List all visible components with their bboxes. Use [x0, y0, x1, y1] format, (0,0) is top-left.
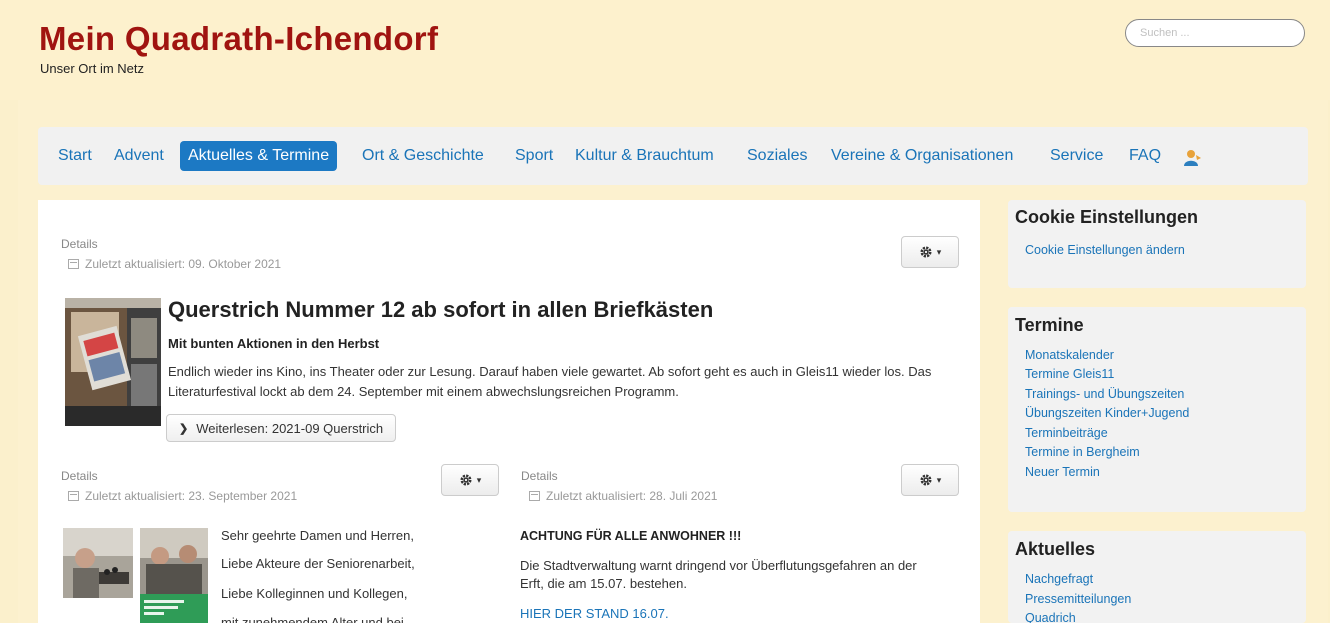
- site-header: Mein Quadrath-Ichendorf Unser Ort im Net…: [0, 0, 1330, 100]
- sidebar-cookie-box: Cookie Einstellungen Cookie Einstellunge…: [1008, 200, 1306, 288]
- aktuelles-link-quadrich[interactable]: Quadrich: [1025, 611, 1076, 623]
- featured-gear-button[interactable]: ▾: [901, 236, 959, 268]
- gear-icon: [920, 246, 932, 258]
- nav-item-ort-geschichte[interactable]: Ort & Geschichte: [354, 141, 492, 171]
- aktuelles-link-pressemitteilungen[interactable]: Pressemitteilungen: [1025, 592, 1131, 606]
- col1-updated: Zuletzt aktualisiert: 23. September 2021: [68, 489, 297, 503]
- col1-line-3: Liebe Kolleginnen und Kollegen,: [221, 586, 408, 601]
- search-input[interactable]: [1125, 19, 1305, 47]
- nav-item-service[interactable]: Service: [1042, 141, 1111, 171]
- gear-icon: [460, 474, 472, 486]
- featured-title[interactable]: Querstrich Nummer 12 ab sofort in allen …: [168, 297, 713, 323]
- aktuelles-link-nachgefragt[interactable]: Nachgefragt: [1025, 572, 1093, 586]
- col2-updated: Zuletzt aktualisiert: 28. Juli 2021: [529, 489, 717, 503]
- chevron-down-icon: ▾: [936, 246, 942, 257]
- termine-link-neuer-termin[interactable]: Neuer Termin: [1025, 465, 1100, 479]
- chevron-down-icon: ▾: [476, 474, 482, 485]
- col1-gear-button[interactable]: ▾: [441, 464, 499, 496]
- sidebar-aktuelles-box: Aktuelles Nachgefragt Pressemitteilungen…: [1008, 531, 1306, 623]
- featured-text: Endlich wieder ins Kino, ins Theater ode…: [168, 364, 932, 399]
- termine-link-monatskalender[interactable]: Monatskalender: [1025, 348, 1114, 362]
- col2-heading: ACHTUNG FÜR ALLE ANWOHNER !!!: [520, 529, 742, 543]
- col1-thumbnail-1[interactable]: [63, 528, 133, 598]
- sidebar-cookie-title: Cookie Einstellungen: [1015, 207, 1199, 227]
- cookie-settings-link[interactable]: Cookie Einstellungen ändern: [1025, 243, 1185, 257]
- termine-link-gleis11[interactable]: Termine Gleis11: [1025, 367, 1114, 381]
- termine-link-uebungszeiten[interactable]: Übungszeiten Kinder+Jugend: [1025, 406, 1189, 420]
- col2-text-line-2: Erft, die am 15.07. bestehen.: [520, 576, 687, 591]
- featured-updated: Zuletzt aktualisiert: 09. Oktober 2021: [68, 257, 281, 271]
- col2-details-label: Details: [521, 469, 558, 483]
- calendar-icon: [529, 491, 540, 501]
- featured-details-label: Details: [61, 237, 98, 251]
- col1-line-4: mit zunehmendem Alter und bei: [221, 615, 404, 623]
- col1-line-1: Sehr geehrte Damen und Herren,: [221, 528, 414, 543]
- termine-link-bergheim[interactable]: Termine in Bergheim: [1025, 445, 1140, 459]
- nav-item-soziales[interactable]: Soziales: [739, 141, 815, 171]
- site-title[interactable]: Mein Quadrath-Ichendorf: [39, 20, 438, 58]
- col1-details-label: Details: [61, 469, 98, 483]
- nav-item-start[interactable]: Start: [50, 141, 100, 171]
- sidebar-termine-box: Termine Monatskalender Termine Gleis11 T…: [1008, 307, 1306, 512]
- gear-icon: [920, 474, 932, 486]
- readmore-button[interactable]: ❯ Weiterlesen: 2021-09 Querstrich: [166, 414, 397, 442]
- col2-gear-button[interactable]: ▾: [901, 464, 959, 496]
- main-nav: Start Advent Aktuelles & Termine Ort & G…: [38, 127, 1308, 185]
- nav-item-sport[interactable]: Sport: [507, 141, 561, 171]
- termine-link-terminbeitraege[interactable]: Terminbeiträge: [1025, 426, 1108, 440]
- calendar-icon: [68, 259, 79, 269]
- featured-thumbnail[interactable]: [65, 298, 161, 426]
- col1-line-2: Liebe Akteure der Seniorenarbeit,: [221, 556, 415, 571]
- sidebar-aktuelles-title: Aktuelles: [1015, 539, 1096, 559]
- nav-item-kultur-brauchtum[interactable]: Kultur & Brauchtum: [567, 141, 722, 171]
- chevron-down-icon: ▾: [936, 474, 942, 485]
- termine-link-trainingszeiten[interactable]: Trainings- und Übungszeiten: [1025, 387, 1184, 401]
- col2-link[interactable]: HIER DER STAND 16.07.: [520, 606, 669, 621]
- site-subtitle: Unser Ort im Netz: [40, 61, 145, 76]
- calendar-icon: [68, 491, 79, 501]
- chevron-right-icon: ❯: [179, 422, 189, 435]
- nav-item-faq[interactable]: FAQ: [1121, 141, 1169, 171]
- nav-item-advent[interactable]: Advent: [106, 141, 172, 171]
- col1-thumbnail-2[interactable]: [140, 528, 208, 623]
- user-icon[interactable]: [1184, 149, 1202, 167]
- col2-text-line-1: Die Stadtverwaltung warnt dringend vor Ü…: [520, 558, 917, 573]
- nav-item-vereine-organisationen[interactable]: Vereine & Organisationen: [823, 141, 1021, 171]
- nav-item-aktuelles-termine[interactable]: Aktuelles & Termine: [180, 141, 338, 171]
- sidebar-termine-title: Termine: [1015, 315, 1084, 335]
- featured-subtitle: Mit bunten Aktionen in den Herbst: [168, 336, 380, 351]
